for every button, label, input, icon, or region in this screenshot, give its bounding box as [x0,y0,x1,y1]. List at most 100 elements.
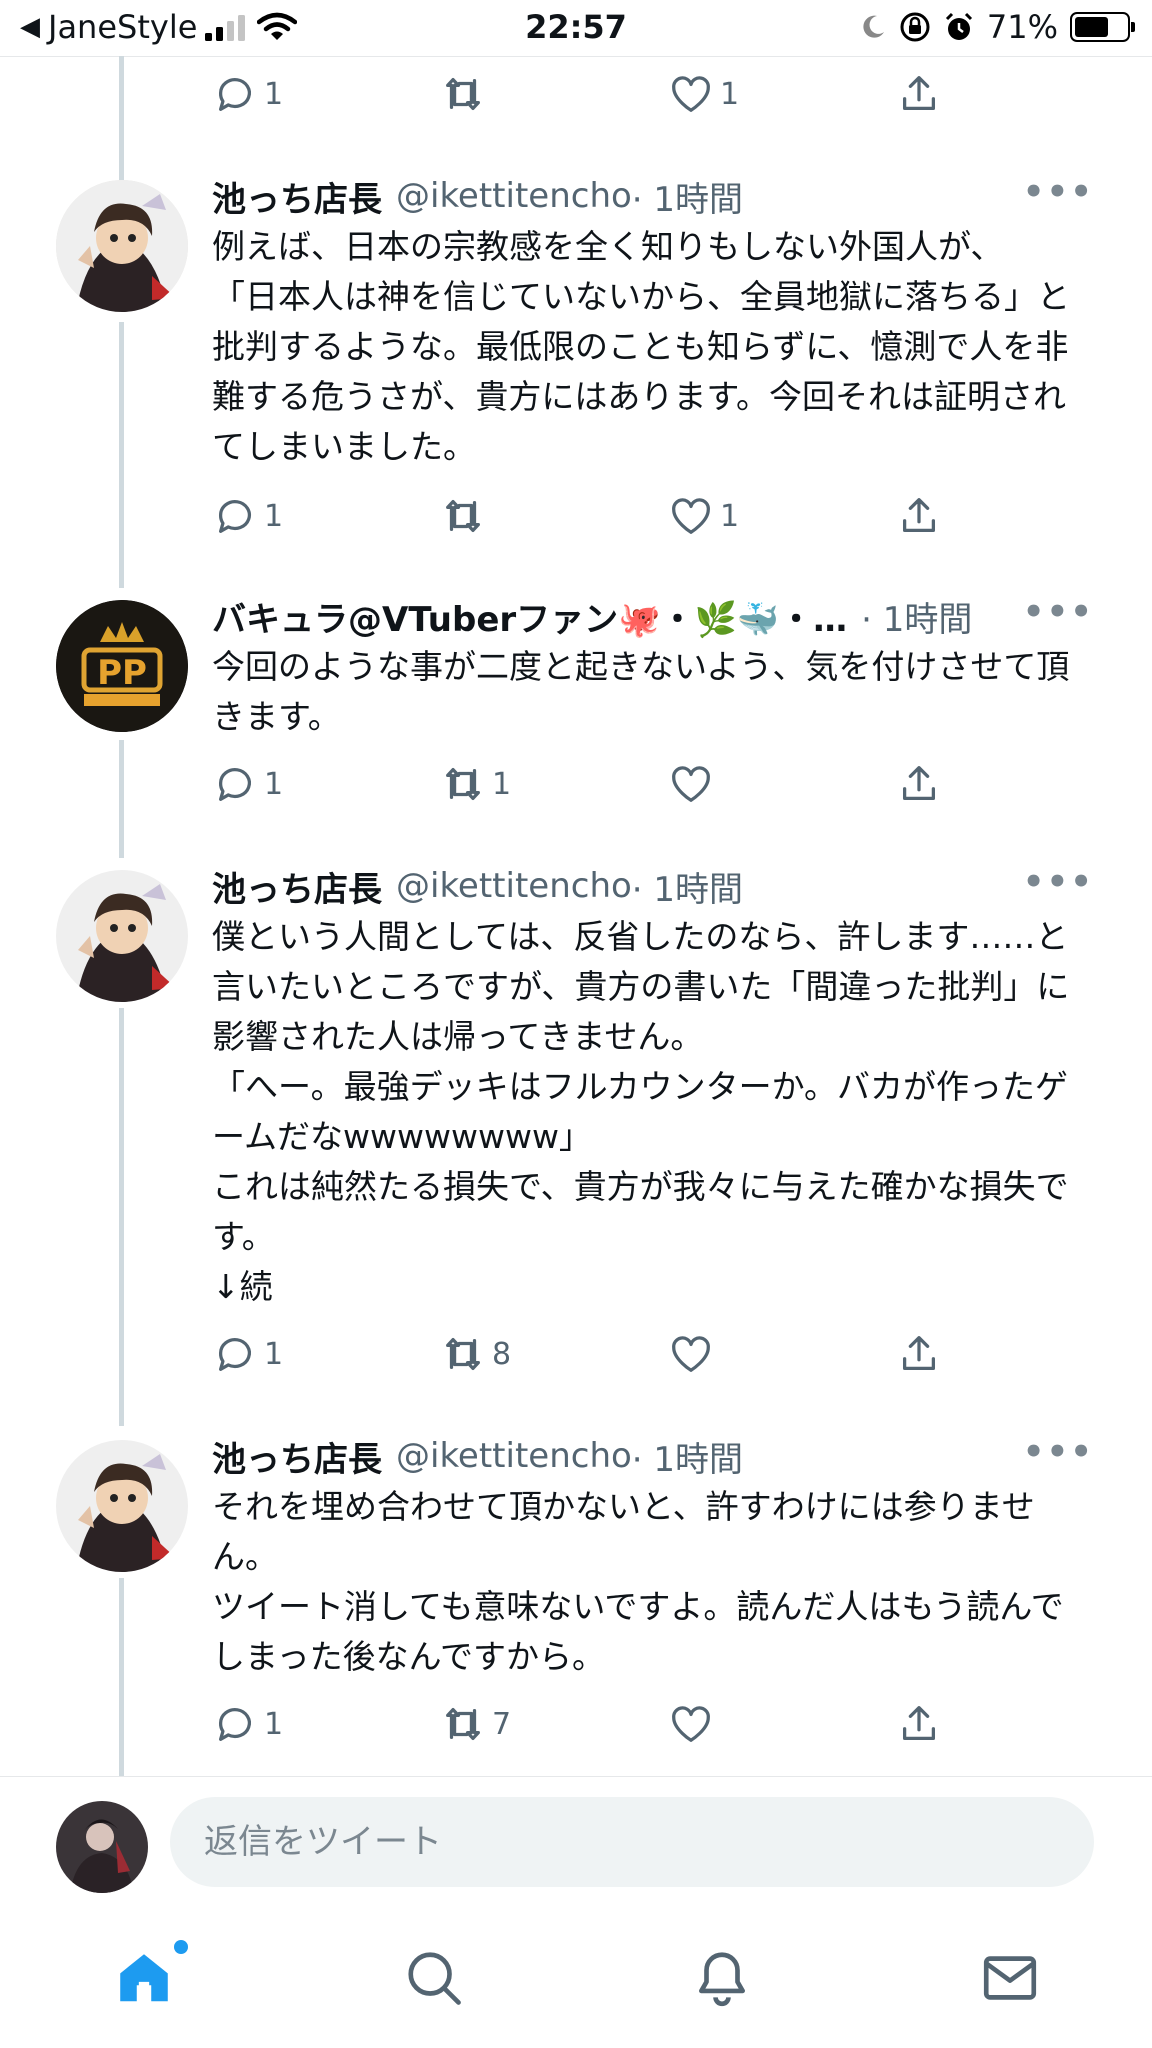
like-count: 1 [720,498,740,534]
tab-bar [0,1916,1152,2048]
tweet-text: それを埋め合わせて頂かないと、許すわけには参りません。 ツイート消しても意味ない… [212,1487,1064,1676]
reply-count: 1 [264,498,284,534]
share-button[interactable] [896,64,942,124]
like-button[interactable] [668,1324,720,1384]
tweet-header: バキュラ@VTuberファン🐙・🌿🐳・… · 1時間 [212,592,1152,640]
heart-icon [672,766,710,802]
alarm-icon [945,12,972,40]
bell-icon [699,1952,745,2007]
thread-line [119,1008,124,1426]
reply-icon [218,500,251,533]
share-icon [902,1336,936,1371]
reply-button[interactable]: 1 [212,1324,283,1384]
timestamp: · 1時間 [631,179,744,220]
heart-icon [672,498,710,534]
retweet-count: 7 [492,1706,512,1742]
share-button[interactable] [896,486,942,546]
retweet-icon [446,77,480,111]
mail-icon [983,1956,1037,2000]
retweet-button[interactable] [440,64,492,124]
more-options-icon[interactable]: ••• [1023,1432,1094,1472]
battery-percent: 71% [986,8,1058,46]
avatar[interactable]: PP [56,600,188,732]
tweet-text: 僕という人間としては、反省したのなら、許します……と言いたいところですが、貴方の… [212,917,1070,1306]
like-button[interactable]: 1 [668,64,739,124]
share-button[interactable] [896,754,942,814]
thread-line [119,1578,124,1776]
status-bar: ◀ JaneStyle 22:57 71% [0,0,1152,57]
status-right: 71% [859,8,1135,46]
tab-search[interactable] [394,1938,474,2018]
tweet-actions: 1 1 [212,64,972,124]
my-avatar[interactable] [56,1801,148,1893]
reply-count: 1 [264,1336,284,1372]
tweet-actions: 1 7 [212,1694,972,1754]
retweet-icon [446,1337,480,1371]
share-icon [902,498,936,533]
reply-button[interactable]: 1 [212,486,283,546]
display-name[interactable]: 池っち店長 [212,172,382,221]
share-button[interactable] [896,1324,942,1384]
notification-dot [174,1940,188,1954]
display-name[interactable]: 池っち店長 [212,862,382,911]
tweet-text: 例えば、日本の宗教感を全く知りもしない外国人が、 「日本人は神を信じていないから… [212,227,1070,466]
retweet-button[interactable]: 8 [440,1324,511,1384]
retweet-button[interactable]: 1 [440,754,511,814]
avatar-illustration [56,1801,148,1893]
reply-icon [218,1708,251,1741]
heart-icon [672,76,710,112]
retweet-icon [446,499,480,533]
reply-button[interactable]: 1 [212,1694,283,1754]
display-name[interactable]: バキュラ@VTuberファン🐙・🌿🐳・… [212,592,847,641]
thread-line [119,56,124,180]
user-handle[interactable]: @ikettitencho [396,866,632,906]
moon-icon [863,15,884,38]
avatar[interactable] [56,1440,188,1572]
reply-button[interactable]: 1 [212,64,283,124]
avatar[interactable] [56,870,188,1002]
tweet-header: 池っち店長 @ikettitencho · 1時間 [212,862,1152,910]
home-icon [120,1954,168,2002]
reply-icon [218,768,251,801]
more-options-icon[interactable]: ••• [1023,592,1094,632]
tweet-actions: 1 1 [212,754,972,814]
reply-count: 1 [264,76,284,112]
display-name[interactable]: 池っち店長 [212,1432,382,1481]
tweet-header: 池っち店長 @ikettitencho · 1時間 [212,1432,1152,1480]
tab-messages[interactable] [970,1938,1050,2018]
heart-icon [672,1336,710,1372]
orientation-lock-icon [900,12,930,42]
retweet-button[interactable] [440,486,492,546]
reply-icon [218,78,251,111]
like-button[interactable] [668,1694,720,1754]
share-button[interactable] [896,1694,942,1754]
heart-icon [672,1706,710,1742]
tweet-header: 池っち店長 @ikettitencho · 1時間 [212,172,1152,220]
timestamp: · 1時間 [631,1439,744,1480]
retweet-icon [446,767,480,801]
retweet-button[interactable]: 7 [440,1694,511,1754]
search-icon [408,1952,461,2005]
reply-input[interactable] [170,1797,1094,1887]
like-count: 1 [720,76,740,112]
reply-count: 1 [264,1706,284,1742]
user-handle[interactable]: @ikettitencho [396,1436,632,1476]
share-icon [902,766,936,801]
tab-notifications[interactable] [682,1938,762,2018]
timestamp: · 1時間 [631,869,744,910]
more-options-icon[interactable]: ••• [1023,862,1094,902]
thread-line [119,740,124,858]
reply-button[interactable]: 1 [212,754,283,814]
avatar-illustration [56,870,188,1002]
user-handle[interactable]: @ikettitencho [396,176,632,216]
more-options-icon[interactable]: ••• [1023,172,1094,212]
avatar-illustration [56,1440,188,1572]
tab-home[interactable] [104,1938,188,2018]
retweet-icon [446,1707,480,1741]
like-button[interactable]: 1 [668,486,739,546]
reply-icon [218,1338,251,1371]
like-button[interactable] [668,754,720,814]
reply-count: 1 [264,766,284,802]
thread-line [119,322,124,588]
avatar[interactable] [56,180,188,312]
